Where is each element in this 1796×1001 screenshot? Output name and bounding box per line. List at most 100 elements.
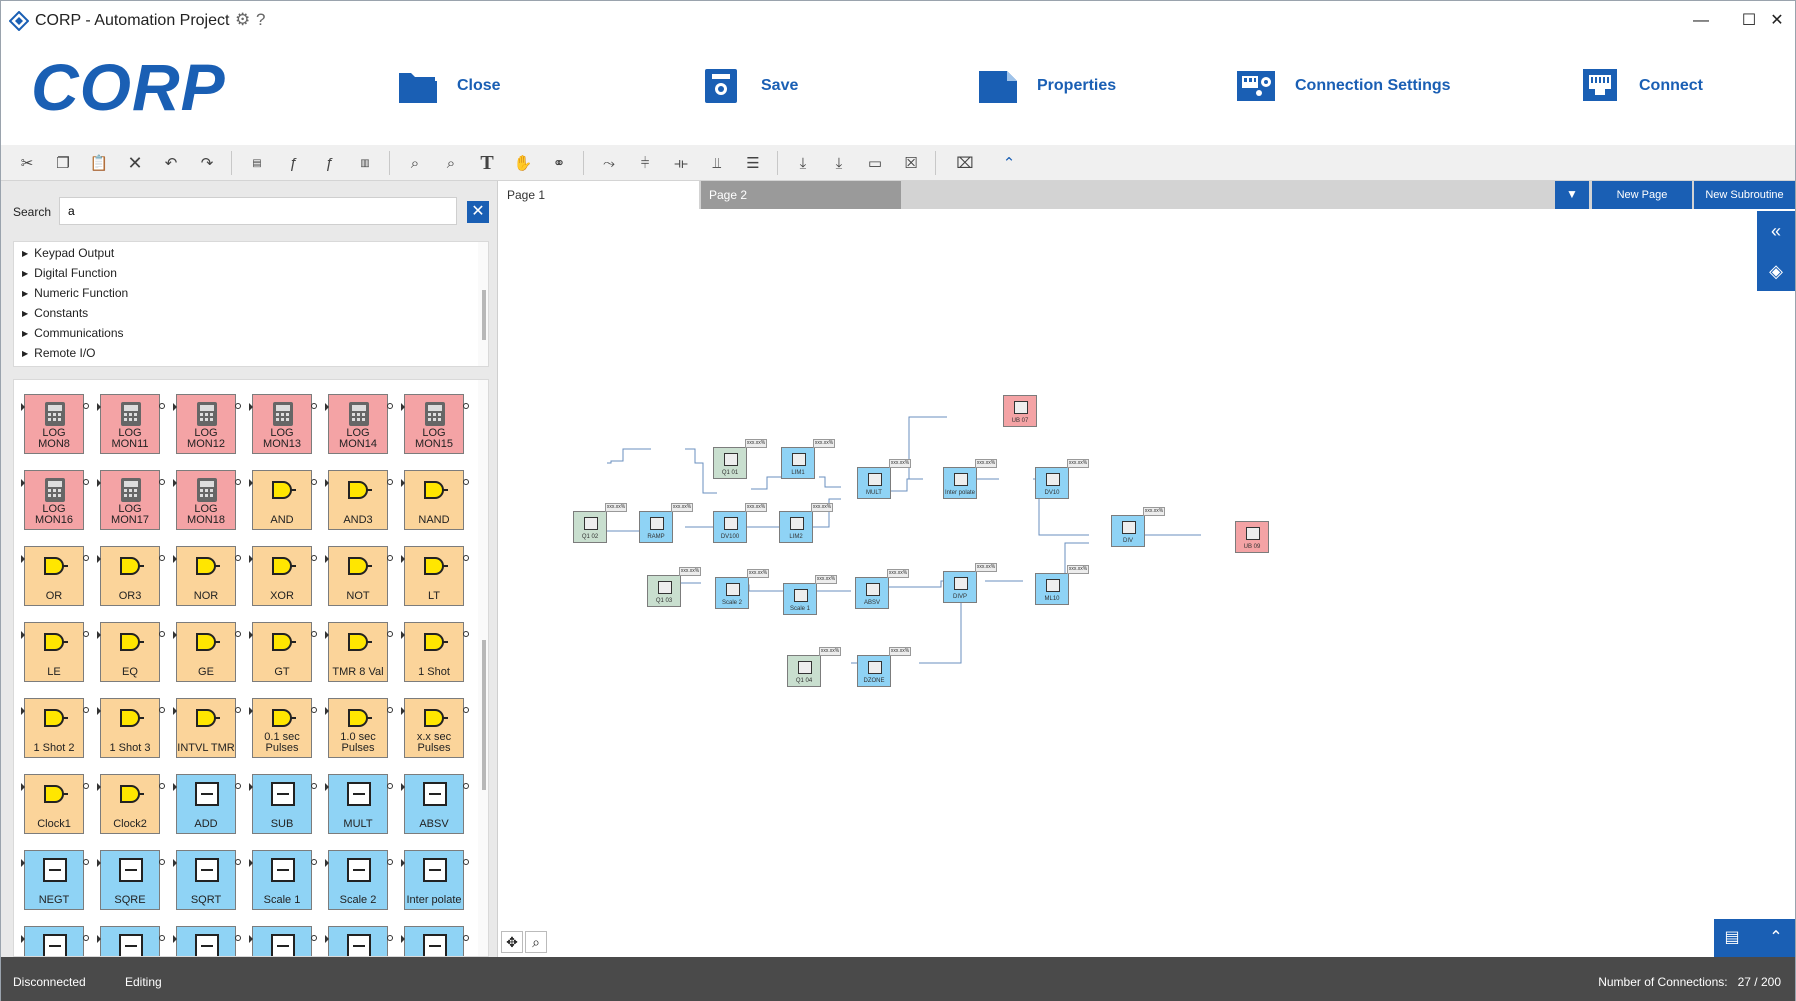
palette-block[interactable]: NOR	[173, 546, 241, 606]
palette-scrollbar[interactable]	[478, 380, 488, 956]
palette-block[interactable]: LOG MON12	[173, 394, 241, 454]
delete-icon[interactable]: ✕	[123, 151, 147, 175]
close-window-button[interactable]: ✕	[1759, 9, 1795, 33]
canvas-zoom-icon[interactable]: ⌕	[525, 931, 547, 953]
palette-block[interactable]: AND3	[325, 470, 393, 530]
properties-button[interactable]: Properties	[977, 65, 1116, 107]
diagram-canvas[interactable]: Q1 02 xxx.xx% RAMP xxx.xx% DV100 xxx.xx% LIM2 x…	[499, 209, 1795, 957]
tab-page-1[interactable]: Page 1	[499, 181, 699, 209]
minimize-button[interactable]: —	[1683, 9, 1719, 33]
diagram-node[interactable]: Q1 01	[713, 447, 747, 479]
palette-block[interactable]: Scale 1	[249, 850, 317, 910]
palette-block[interactable]: LOG MON8	[21, 394, 89, 454]
connection-settings-button[interactable]: Connection Settings	[1235, 65, 1451, 107]
palette-block[interactable]: Scale 2	[325, 850, 393, 910]
palette-block[interactable]	[249, 926, 317, 956]
palette-block[interactable]	[173, 926, 241, 956]
palette-block[interactable]	[97, 926, 165, 956]
palette-block[interactable]: SQRE	[97, 850, 165, 910]
palette-block[interactable]: LOG MON13	[249, 394, 317, 454]
palette-block[interactable]: TMR 8 Val	[325, 622, 393, 682]
stop-icon[interactable]: ☒	[899, 151, 923, 175]
diagram-node[interactable]: ML10	[1035, 573, 1069, 605]
download-icon[interactable]: ⤓	[827, 151, 851, 175]
text-tool-icon[interactable]: T	[475, 151, 499, 175]
tree-scrollbar[interactable]	[478, 242, 488, 366]
copy-icon[interactable]: ❐	[51, 151, 75, 175]
palette-block[interactable]: Clock1	[21, 774, 89, 834]
palette-block[interactable]: Clock2	[97, 774, 165, 834]
redo-icon[interactable]: ↷	[195, 151, 219, 175]
tree-scroll-thumb[interactable]	[482, 290, 486, 340]
palette-block[interactable]: LOG MON18	[173, 470, 241, 530]
diagram-node[interactable]: UB 09	[1235, 521, 1269, 553]
collapse-ribbon-icon[interactable]: ⌃	[997, 151, 1021, 175]
palette-block[interactable]: GE	[173, 622, 241, 682]
undo-icon[interactable]: ↶	[159, 151, 183, 175]
palette-block[interactable]: LOG MON11	[97, 394, 165, 454]
palette-block[interactable]: EQ	[97, 622, 165, 682]
diagram-node[interactable]: Q1 02	[573, 511, 607, 543]
diagram-node[interactable]: Inter polate	[943, 467, 977, 499]
diagram-node[interactable]: DZONE	[857, 655, 891, 687]
palette-block[interactable]: 1 Shot 3	[97, 698, 165, 758]
save-button[interactable]: Save	[701, 65, 798, 107]
palette-block[interactable]: LT	[401, 546, 469, 606]
palette-block[interactable]: SUB	[249, 774, 317, 834]
layers-icon[interactable]: ◈	[1757, 251, 1795, 291]
diagram-node[interactable]: DIV	[1111, 515, 1145, 547]
diagram-node[interactable]: Scale 2	[715, 577, 749, 609]
monitor-icon[interactable]: ▭	[863, 151, 887, 175]
diagram-node[interactable]: Q1 04	[787, 655, 821, 687]
tree-item-remote-io[interactable]: Remote I/O	[22, 346, 95, 360]
palette-block[interactable]: SQRT	[173, 850, 241, 910]
search-input[interactable]	[59, 197, 457, 225]
palette-block[interactable]: Inter polate	[401, 850, 469, 910]
diagram-node[interactable]: DIVP	[943, 571, 977, 603]
function-add-icon[interactable]: ƒ	[317, 151, 341, 175]
palette-block[interactable]: 0.1 sec Pulses	[249, 698, 317, 758]
help-icon[interactable]: ?	[256, 10, 265, 30]
palette-block[interactable]: XOR	[249, 546, 317, 606]
palette-block[interactable]: ADD	[173, 774, 241, 834]
notes-icon[interactable]: ▤	[1720, 927, 1744, 949]
palette-block[interactable]: x.x sec Pulses	[401, 698, 469, 758]
new-page-button[interactable]: New Page	[1592, 181, 1692, 209]
connect-button[interactable]: Connect	[1579, 65, 1703, 107]
palette-block[interactable]: OR3	[97, 546, 165, 606]
diagram-node[interactable]: LIM2	[779, 511, 813, 543]
palette-block[interactable]: AND	[249, 470, 317, 530]
tree-item-numeric-function[interactable]: Numeric Function	[22, 286, 128, 300]
palette-block[interactable]: MULT	[325, 774, 393, 834]
diagram-node[interactable]: ABSV	[855, 577, 889, 609]
palette-block[interactable]: NOT	[325, 546, 393, 606]
palette-block[interactable]: 1 Shot 2	[21, 698, 89, 758]
upload-icon[interactable]: ⤓	[791, 151, 815, 175]
palette-block[interactable]: OR	[21, 546, 89, 606]
diagram-node[interactable]: Q1 03	[647, 575, 681, 607]
zoom-out-icon[interactable]: ⌕	[403, 151, 427, 175]
tree-item-constants[interactable]: Constants	[22, 306, 88, 320]
pan-move-icon[interactable]: ✥	[501, 931, 523, 953]
diagram-node[interactable]: RAMP	[639, 511, 673, 543]
tabs-dropdown-button[interactable]: ▼	[1555, 181, 1589, 209]
palette-block[interactable]: LE	[21, 622, 89, 682]
tree-item-digital-function[interactable]: Digital Function	[22, 266, 117, 280]
pan-hand-icon[interactable]: ✋	[511, 151, 535, 175]
distribute-icon[interactable]: ☰	[741, 151, 765, 175]
palette-block[interactable]	[401, 926, 469, 956]
diagram-node[interactable]: DV100	[713, 511, 747, 543]
palette-block[interactable]: 1 Shot	[401, 622, 469, 682]
zoom-in-icon[interactable]: ⌕	[439, 151, 463, 175]
tree-item-communications[interactable]: Communications	[22, 326, 123, 340]
palette-block[interactable]	[325, 926, 393, 956]
palette-block[interactable]: LOG MON15	[401, 394, 469, 454]
palette-block[interactable]: NEGT	[21, 850, 89, 910]
tab-page-2[interactable]: Page 2	[701, 181, 901, 209]
collapse-panel-icon[interactable]: «	[1757, 211, 1795, 251]
clear-search-button[interactable]: ✕	[467, 201, 489, 223]
new-subroutine-button[interactable]: New Subroutine	[1694, 181, 1795, 209]
expand-up-icon[interactable]: ⌃	[1764, 927, 1788, 949]
palette-block[interactable]: INTVL TMR	[173, 698, 241, 758]
palette-scroll-thumb[interactable]	[482, 640, 486, 790]
